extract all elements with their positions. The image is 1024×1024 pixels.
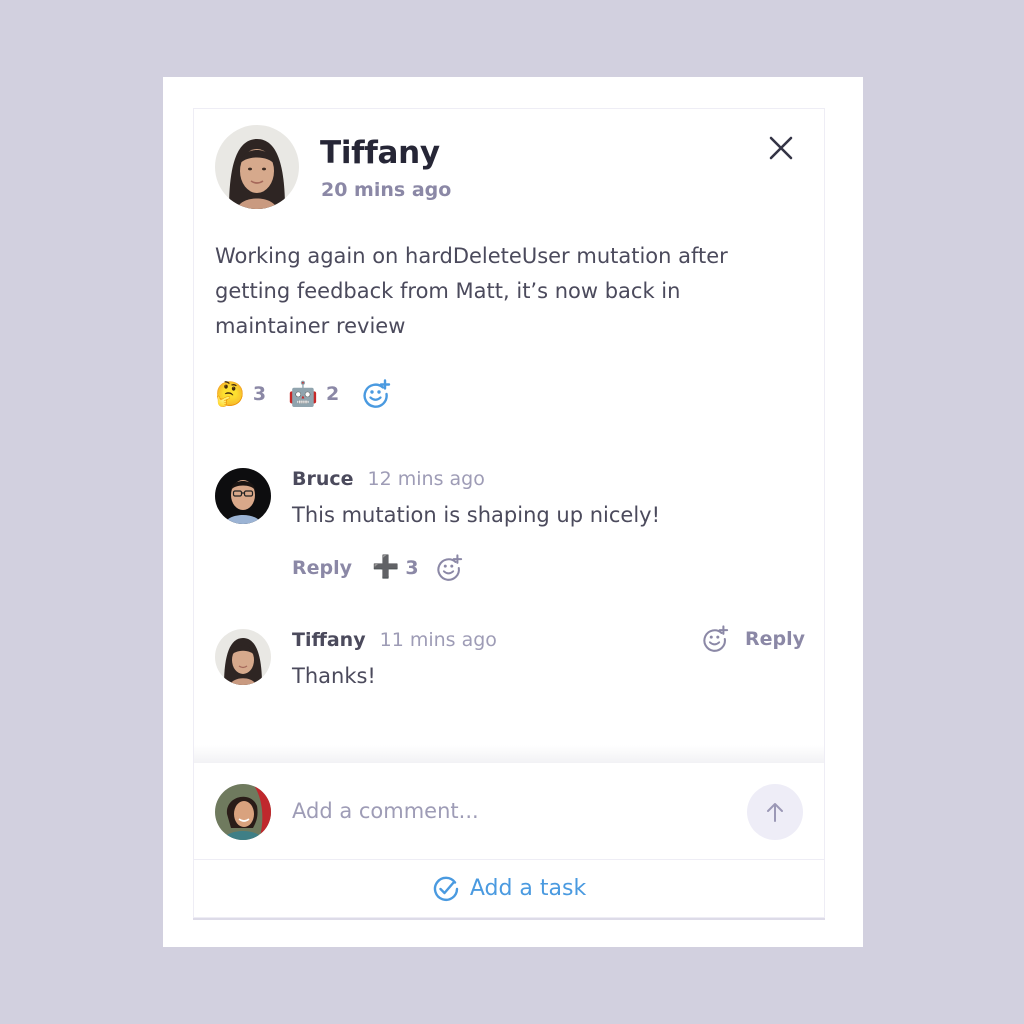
arrow-up-icon xyxy=(767,803,783,822)
reaction-count: 3 xyxy=(405,557,419,579)
comment-timestamp: 11 mins ago xyxy=(379,629,497,651)
comment-header: Tiffany 11 mins ago xyxy=(292,629,497,651)
thinking-face-icon: 🤔 xyxy=(215,380,245,408)
reply-button[interactable]: Reply xyxy=(292,557,352,579)
add-emoji-icon[interactable] xyxy=(435,554,463,582)
comment-text: This mutation is shaping up nicely! xyxy=(292,503,661,527)
author-avatar[interactable] xyxy=(215,125,299,209)
commenter-name: Bruce xyxy=(292,468,354,490)
comment-text: Thanks! xyxy=(292,664,376,688)
post-body: Working again on hardDeleteUser mutation… xyxy=(215,244,728,338)
comment-hover-actions: Reply xyxy=(701,625,805,653)
current-user-avatar xyxy=(215,784,271,840)
comment-thread-card: Tiffany 20 mins ago Working again on har… xyxy=(193,108,825,918)
comment-input[interactable] xyxy=(292,793,732,829)
robot-icon: 🤖 xyxy=(288,380,319,408)
add-emoji-icon[interactable] xyxy=(701,625,729,653)
reaction-robot[interactable]: 🤖 2 xyxy=(288,382,339,406)
commenter-avatar[interactable] xyxy=(215,629,271,685)
comment-timestamp: 12 mins ago xyxy=(367,468,485,490)
commenter-name: Tiffany xyxy=(292,629,366,651)
post-reactions: 🤔 3 🤖 2 xyxy=(215,377,391,411)
check-circle-icon xyxy=(433,876,459,901)
reply-button[interactable]: Reply xyxy=(745,628,805,650)
add-emoji-icon[interactable] xyxy=(361,379,391,409)
comment-composer xyxy=(194,763,824,860)
reaction-count: 2 xyxy=(326,383,340,405)
comment-actions: Reply ➕ 3 xyxy=(292,554,463,582)
close-icon xyxy=(769,136,793,160)
add-task-label: Add a task xyxy=(469,876,587,901)
send-button[interactable] xyxy=(747,784,803,840)
comment-header: Bruce 12 mins ago xyxy=(292,468,485,490)
heavy-plus-icon[interactable]: ➕ xyxy=(372,557,399,579)
post-timestamp: 20 mins ago xyxy=(321,179,452,201)
close-button[interactable] xyxy=(766,133,796,163)
composer-divider xyxy=(194,745,824,763)
reaction-count: 3 xyxy=(252,383,267,405)
reaction-thinking-face[interactable]: 🤔 3 xyxy=(215,382,266,406)
add-task-button[interactable]: Add a task xyxy=(194,860,824,917)
author-name: Tiffany xyxy=(320,135,440,171)
commenter-avatar[interactable] xyxy=(215,468,271,524)
